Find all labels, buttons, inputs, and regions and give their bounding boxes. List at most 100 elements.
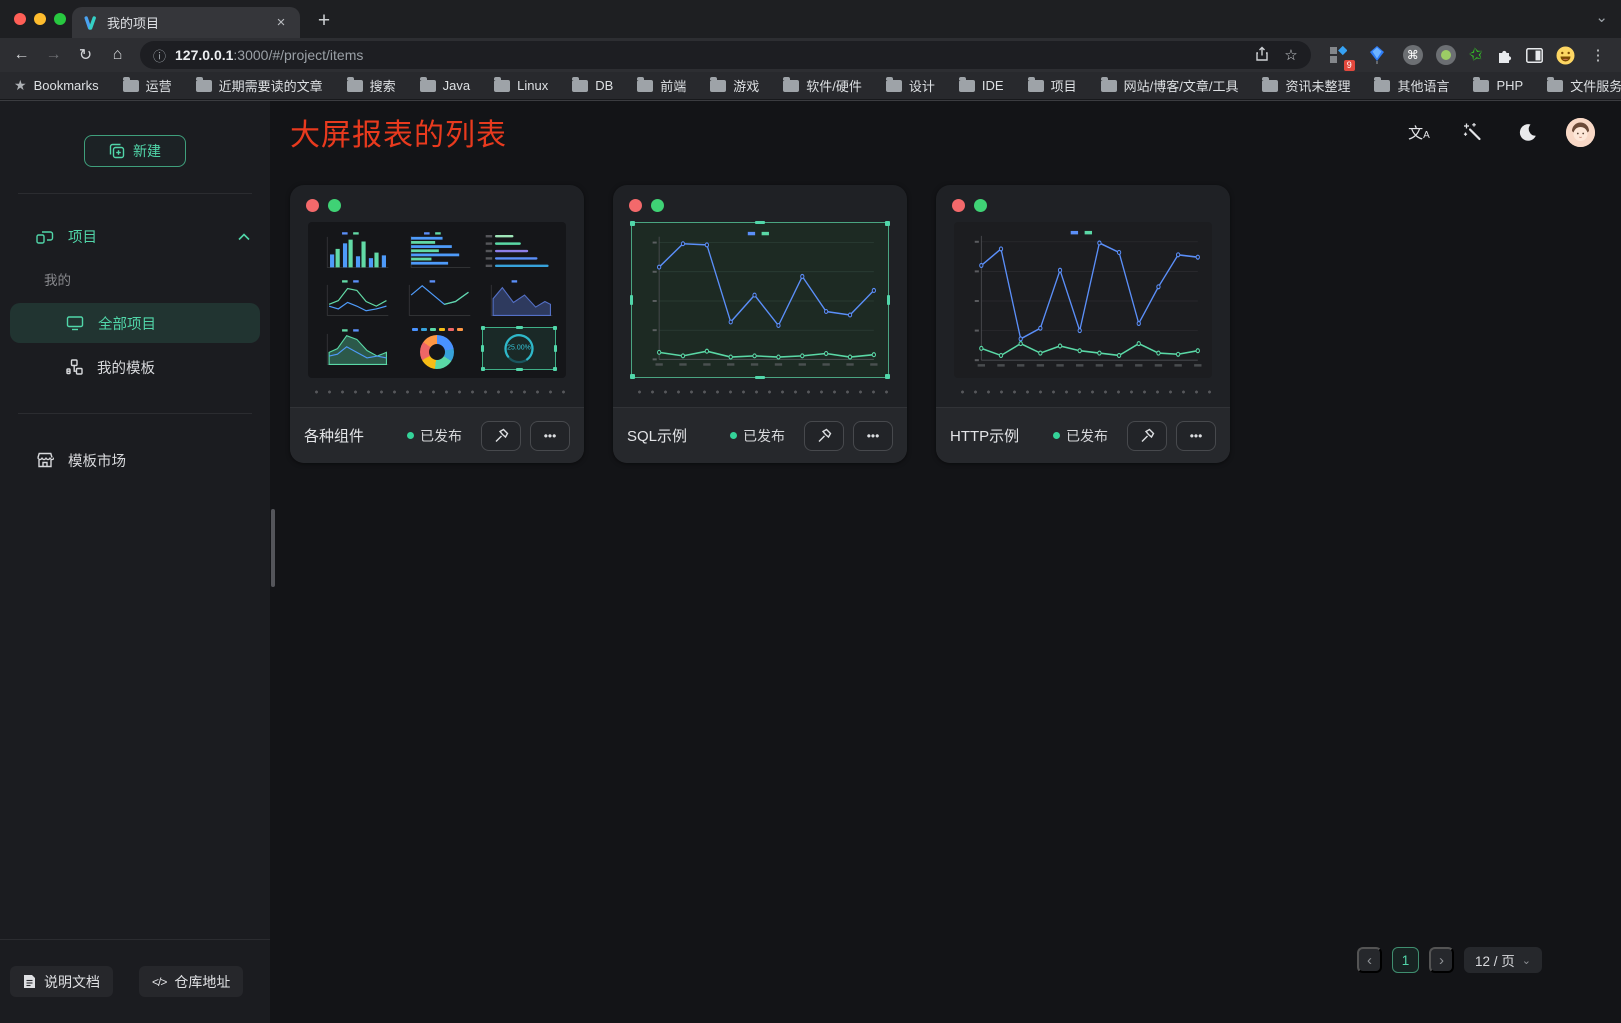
card-preview-widgets[interactable]: 25.00% <box>308 222 566 378</box>
docs-button[interactable]: 说明文档 <box>10 966 113 997</box>
command-extension-icon[interactable]: ⌘ <box>1403 45 1423 65</box>
language-icon[interactable]: 文A <box>1404 117 1434 147</box>
edit-hammer-button[interactable] <box>481 421 521 451</box>
window-zoom-button[interactable] <box>54 13 66 25</box>
project-cards-row: 25.00% 各种组件 已发布 <box>270 163 1621 463</box>
tab-close-icon[interactable]: × <box>272 14 290 32</box>
line-chart-sql <box>638 227 882 373</box>
side-panel-icon[interactable] <box>1526 48 1543 63</box>
browser-menu-icon[interactable]: ⋮ <box>1588 46 1608 64</box>
bookmark-folder[interactable]: 搜索 <box>347 76 396 95</box>
more-options-button[interactable]: ••• <box>1176 421 1216 451</box>
bookmark-folder[interactable]: 网站/博客/文章/工具 <box>1101 76 1239 95</box>
forward-icon[interactable]: → <box>39 41 68 70</box>
address-bar[interactable]: ⓘ 127.0.0.1:3000/#/project/items ☆ <box>140 41 1311 69</box>
bookmark-folder-label: 文件服务器 <box>1570 76 1621 95</box>
extensions-puzzle-icon[interactable] <box>1496 47 1513 64</box>
hammer-icon <box>493 428 509 444</box>
sidebar-footer: 说明文档 </> 仓库地址 <box>0 939 270 1023</box>
bookmark-folder[interactable]: 设计 <box>886 76 935 95</box>
bookmark-folder-label: 前端 <box>660 76 686 95</box>
next-page-button[interactable]: › <box>1429 947 1454 973</box>
magic-wand-icon[interactable] <box>1458 117 1488 147</box>
sidebar-item-my-templates[interactable]: 我的模板 <box>10 347 260 387</box>
browser-tab[interactable]: 我的项目 × <box>72 7 300 38</box>
folder-icon <box>959 80 975 92</box>
page-size-select[interactable]: 12 / 页 ⌄ <box>1464 947 1542 973</box>
folder-icon <box>886 80 902 92</box>
reload-icon[interactable]: ↻ <box>71 41 100 70</box>
site-info-icon[interactable]: ⓘ <box>153 46 166 65</box>
back-icon[interactable]: ← <box>7 41 36 70</box>
chevron-up-icon[interactable] <box>238 233 250 241</box>
user-avatar[interactable] <box>1566 118 1595 147</box>
card-status-dots <box>290 185 584 222</box>
more-options-button[interactable]: ••• <box>853 421 893 451</box>
card-footer: 各种组件 已发布 ••• <box>290 407 584 463</box>
folder-icon <box>783 80 799 92</box>
bookmark-folder[interactable]: 前端 <box>637 76 686 95</box>
header-actions: 文A <box>1404 117 1595 147</box>
page-size-value: 12 / 页 <box>1475 950 1515 970</box>
project-card-http[interactable]: HTTP示例 已发布 ••• <box>936 185 1230 463</box>
tab-search-chevron-icon[interactable]: ⌄ <box>1595 8 1608 26</box>
card-preview-sql[interactable] <box>631 222 889 378</box>
folder-icon <box>1374 80 1390 92</box>
dark-mode-moon-icon[interactable] <box>1512 117 1542 147</box>
emoji-extension-icon[interactable] <box>1556 46 1575 65</box>
bookmark-folder[interactable]: Linux <box>494 78 548 93</box>
mini-hbar-chart <box>400 230 474 273</box>
bookmark-folder[interactable]: 项目 <box>1028 76 1077 95</box>
window-close-button[interactable] <box>14 13 26 25</box>
new-tab-button[interactable]: + <box>310 7 338 35</box>
card-preview-http[interactable] <box>954 222 1212 378</box>
window-minimize-button[interactable] <box>34 13 46 25</box>
bookmark-folder[interactable]: IDE <box>959 78 1004 93</box>
repo-button[interactable]: </> 仓库地址 <box>139 966 243 997</box>
edit-hammer-button[interactable] <box>1127 421 1167 451</box>
edit-hammer-button[interactable] <box>804 421 844 451</box>
sidebar-group-projects[interactable]: 项目 <box>0 220 270 253</box>
folder-icon <box>420 80 436 92</box>
bookmark-folder[interactable]: Java <box>420 78 470 93</box>
recorder-extension-icon[interactable] <box>1436 45 1456 65</box>
prev-page-button[interactable]: ‹ <box>1357 947 1382 973</box>
folder-icon <box>637 80 653 92</box>
new-project-button[interactable]: 新建 <box>84 135 186 167</box>
page-title: 大屏报表的列表 <box>290 110 507 154</box>
bookmark-folder[interactable]: 文件服务器 <box>1547 76 1621 95</box>
sidebar-item-template-market[interactable]: 模板市场 <box>0 440 270 480</box>
share-icon[interactable] <box>1254 46 1270 62</box>
bookmark-folder[interactable]: 资讯未整理 <box>1262 76 1350 95</box>
bookmark-folder[interactable]: 软件/硬件 <box>783 76 862 95</box>
grid-extension-icon[interactable]: 9 <box>1325 42 1351 68</box>
current-page-button[interactable]: 1 <box>1392 947 1419 973</box>
bookmark-folder[interactable]: 运营 <box>123 76 172 95</box>
red-dot <box>306 199 319 212</box>
home-icon[interactable]: ⌂ <box>103 41 132 70</box>
bookmark-folder[interactable]: 近期需要读的文章 <box>196 76 323 95</box>
folder-icon <box>1101 80 1117 92</box>
status-label: 已发布 <box>1066 426 1108 446</box>
green-star-extension-icon[interactable]: ✩ <box>1467 44 1485 67</box>
status-label: 已发布 <box>743 426 785 446</box>
selection-handle <box>755 221 765 224</box>
gem-extension-icon[interactable] <box>1364 42 1390 68</box>
repo-button-label: 仓库地址 <box>174 972 230 992</box>
bookmark-folder[interactable]: 游戏 <box>710 76 759 95</box>
folder-icon <box>1028 80 1044 92</box>
selection-handle <box>630 221 635 226</box>
bookmark-folder[interactable]: DB <box>572 78 613 93</box>
bookmark-star-icon[interactable]: ☆ <box>1284 46 1297 64</box>
project-card-sql[interactable]: SQL示例 已发布 ••• <box>613 185 907 463</box>
copy-plus-icon <box>109 143 125 159</box>
vertical-scrollbar[interactable] <box>271 509 275 587</box>
more-options-button[interactable]: ••• <box>530 421 570 451</box>
sidebar-item-all-projects[interactable]: 全部项目 <box>10 303 260 343</box>
bookmarks-manager-item[interactable]: ★ Bookmarks <box>14 77 99 94</box>
bookmark-folder[interactable]: PHP <box>1473 78 1523 93</box>
bookmarks-bar: ★ Bookmarks 运营 近期需要读的文章 搜索 Java <box>0 72 1621 100</box>
sidebar-divider <box>18 413 252 414</box>
bookmark-folder[interactable]: 其他语言 <box>1374 76 1449 95</box>
project-card-widgets[interactable]: 25.00% 各种组件 已发布 <box>290 185 584 463</box>
